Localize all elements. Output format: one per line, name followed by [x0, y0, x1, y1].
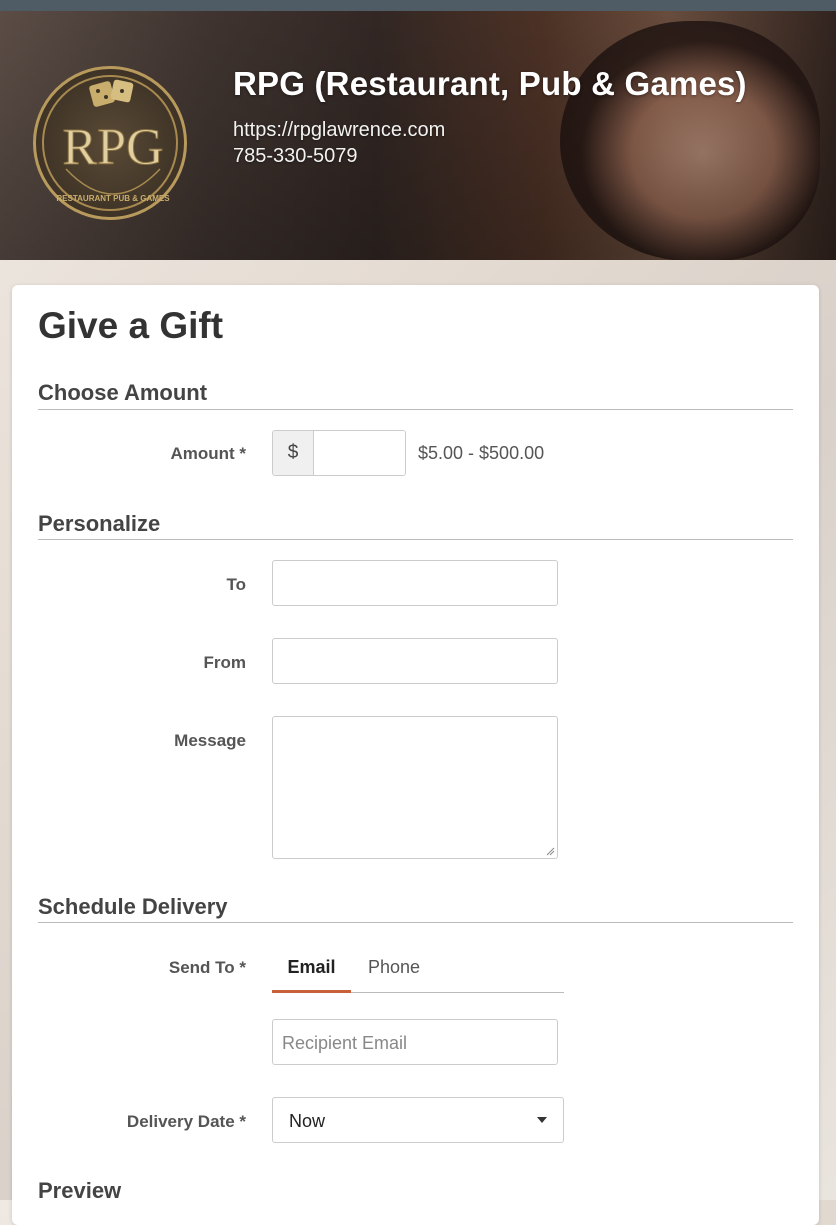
gift-form-card: Give a Gift Choose Amount Amount * $ $5.… [12, 285, 819, 1225]
section-divider [38, 409, 793, 410]
business-name: RPG (Restaurant, Pub & Games) [233, 65, 747, 102]
message-textarea[interactable] [272, 716, 558, 859]
to-label: To [226, 575, 246, 594]
section-title-personalize: Personalize [38, 511, 161, 536]
amount-range-hint: $5.00 - $500.00 [418, 443, 545, 463]
chevron-down-icon [537, 1117, 547, 1123]
send-to-label: Send To * [168, 958, 246, 977]
dice-logo-icon: RPG RESTAURANT PUB & GAMES [56, 79, 170, 203]
section-title-preview: Preview [38, 1178, 122, 1203]
delivery-date-label: Delivery Date * [126, 1112, 246, 1131]
recipient-email-input[interactable]: Recipient Email [272, 1019, 558, 1065]
to-input[interactable] [272, 560, 558, 606]
resize-grip-icon[interactable] [545, 846, 555, 856]
delivery-date-value: Now [289, 1111, 326, 1131]
business-website-link[interactable]: https://rpglawrence.com [233, 119, 445, 142]
currency-prefix: $ [273, 431, 314, 475]
section-divider [38, 539, 793, 540]
amount-input[interactable] [314, 431, 405, 475]
section-title-choose-amount: Choose Amount [38, 380, 208, 405]
recipient-email-placeholder: Recipient Email [282, 1033, 408, 1053]
amount-label: Amount * [170, 444, 246, 463]
top-bar [0, 0, 836, 11]
section-divider [38, 922, 793, 923]
logo-subtext: RESTAURANT PUB & GAMES [56, 194, 170, 203]
page-title: Give a Gift [38, 305, 224, 346]
delivery-date-select[interactable]: Now [272, 1097, 564, 1143]
business-logo: RPG RESTAURANT PUB & GAMES [33, 66, 187, 220]
hero-banner: RPG RESTAURANT PUB & GAMES RPG (Restaura… [0, 11, 836, 260]
tab-phone[interactable]: Phone [351, 957, 437, 991]
from-input[interactable] [272, 638, 558, 684]
send-to-tabs: Email Phone [272, 947, 564, 993]
business-phone-link[interactable]: 785-330-5079 [233, 145, 358, 168]
logo-text: RPG [62, 119, 163, 176]
tab-email[interactable]: Email [272, 957, 351, 993]
section-title-schedule-delivery: Schedule Delivery [38, 894, 228, 919]
message-label: Message [174, 731, 246, 750]
from-label: From [203, 653, 247, 672]
amount-input-group: $ [272, 430, 406, 476]
